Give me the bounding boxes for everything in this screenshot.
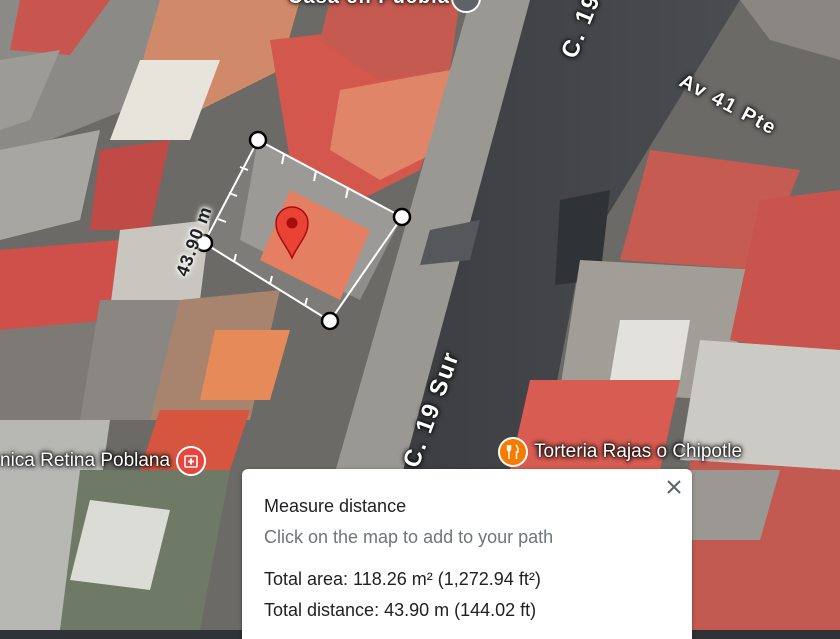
total-area: Total area: 118.26 m² (1,272.94 ft²) xyxy=(264,569,541,589)
close-icon[interactable] xyxy=(660,473,688,501)
street-label-top: Casa en Puebla xyxy=(288,0,450,9)
fork-knife-icon xyxy=(498,437,528,467)
poi-restaurant-name: Torteria Rajas o Chipotle xyxy=(534,441,743,462)
measure-vertex[interactable] xyxy=(320,311,340,331)
poi-clinic[interactable]: nica Retina Poblana xyxy=(0,446,207,476)
poi-restaurant[interactable]: Torteria Rajas o Chipotle xyxy=(498,437,742,467)
measure-vertex[interactable] xyxy=(248,130,268,150)
rooftop xyxy=(610,320,690,380)
measure-vertex[interactable] xyxy=(392,207,412,227)
measure-distance-panel: Measure distance Click on the map to add… xyxy=(242,469,692,639)
measure-hint: Click on the map to add to your path xyxy=(264,527,554,547)
measure-title: Measure distance xyxy=(264,496,407,516)
total-distance: Total distance: 43.90 m (144.02 ft) xyxy=(264,600,537,620)
poi-clinic-name: nica Retina Poblana xyxy=(0,450,171,471)
hospital-icon xyxy=(176,446,207,476)
